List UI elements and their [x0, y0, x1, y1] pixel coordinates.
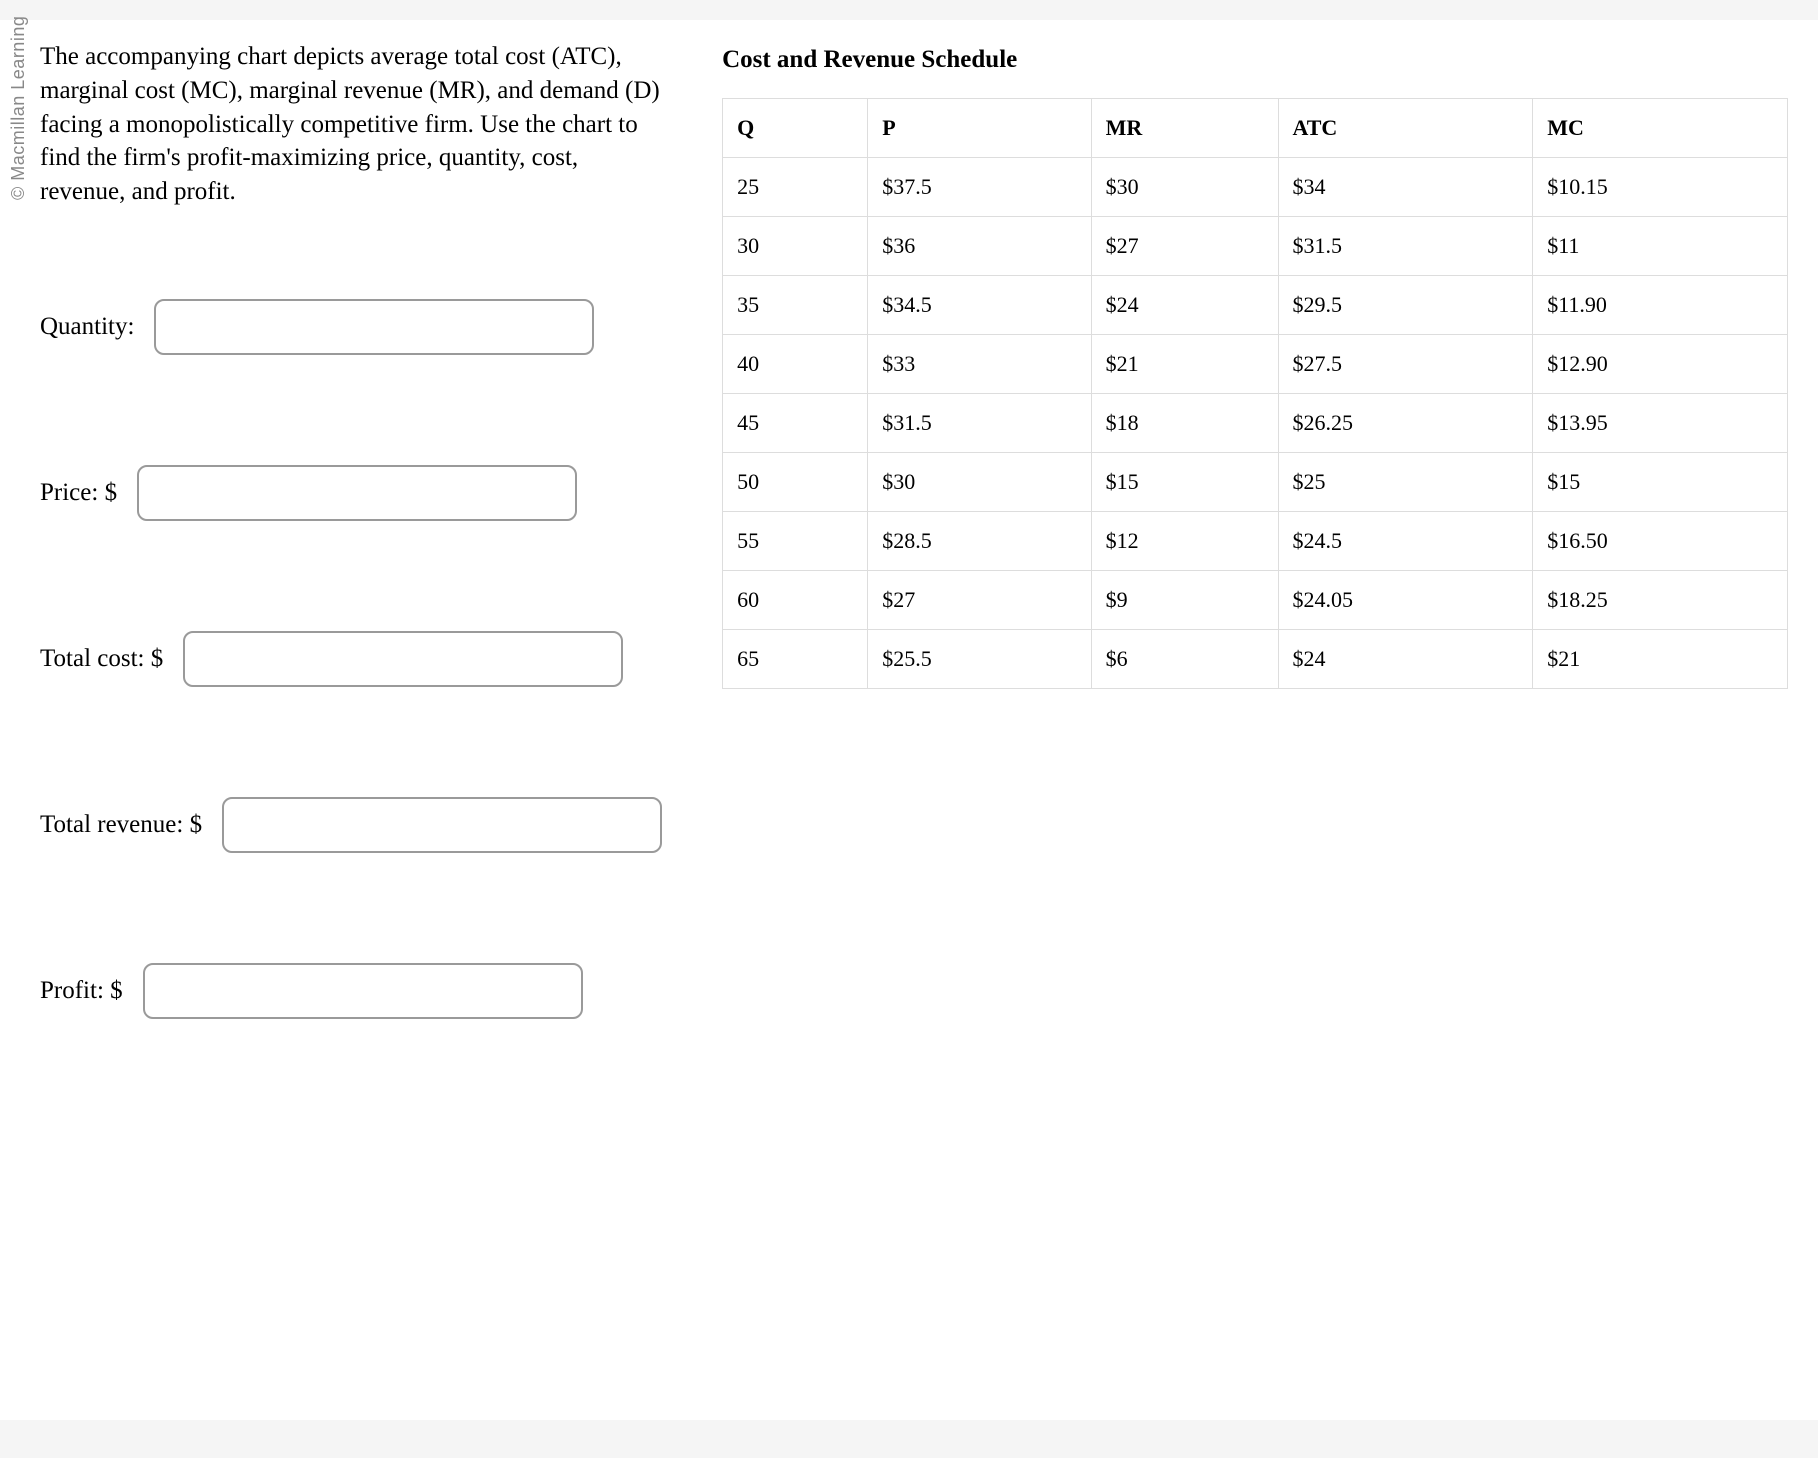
left-column: The accompanying chart depicts average t…	[40, 40, 662, 1019]
table-cell: $18.25	[1533, 571, 1788, 630]
table-cell: $21	[1533, 630, 1788, 689]
table-row: 60$27$9$24.05$18.25	[723, 571, 1788, 630]
table-cell: 30	[723, 217, 868, 276]
total-cost-input[interactable]	[183, 631, 623, 687]
table-cell: $30	[1091, 158, 1278, 217]
total-revenue-row: Total revenue: $	[40, 797, 662, 853]
table-cell: $24	[1278, 630, 1533, 689]
table-cell: $30	[868, 453, 1091, 512]
table-cell: $26.25	[1278, 394, 1533, 453]
table-cell: $34	[1278, 158, 1533, 217]
table-cell: $11.90	[1533, 276, 1788, 335]
table-cell: 25	[723, 158, 868, 217]
total-revenue-input[interactable]	[222, 797, 662, 853]
table-cell: $18	[1091, 394, 1278, 453]
col-header-q: Q	[723, 99, 868, 158]
table-cell: 50	[723, 453, 868, 512]
table-cell: $34.5	[868, 276, 1091, 335]
table-cell: $10.15	[1533, 158, 1788, 217]
profit-row: Profit: $	[40, 963, 662, 1019]
table-cell: $25.5	[868, 630, 1091, 689]
table-cell: $25	[1278, 453, 1533, 512]
table-cell: $16.50	[1533, 512, 1788, 571]
col-header-mr: MR	[1091, 99, 1278, 158]
price-row: Price: $	[40, 465, 662, 521]
table-header-row: Q P MR ATC MC	[723, 99, 1788, 158]
table-cell: $24	[1091, 276, 1278, 335]
table-cell: $36	[868, 217, 1091, 276]
table-cell: 55	[723, 512, 868, 571]
table-cell: 60	[723, 571, 868, 630]
col-header-mc: MC	[1533, 99, 1788, 158]
brand-label: © Macmillan Learning	[8, 16, 29, 200]
quantity-label: Quantity:	[40, 313, 134, 341]
quantity-row: Quantity:	[40, 299, 662, 355]
table-cell: 40	[723, 335, 868, 394]
total-cost-label: Total cost: $	[40, 645, 163, 673]
table-cell: $24.5	[1278, 512, 1533, 571]
table-cell: $31.5	[1278, 217, 1533, 276]
quantity-input[interactable]	[154, 299, 594, 355]
profit-label: Profit: $	[40, 977, 123, 1005]
price-input[interactable]	[137, 465, 577, 521]
table-row: 30$36$27$31.5$11	[723, 217, 1788, 276]
table-cell: $31.5	[868, 394, 1091, 453]
table-row: 50$30$15$25$15	[723, 453, 1788, 512]
table-cell: $27	[1091, 217, 1278, 276]
table-cell: $15	[1533, 453, 1788, 512]
table-cell: $15	[1091, 453, 1278, 512]
table-cell: $37.5	[868, 158, 1091, 217]
table-row: 25$37.5$30$34$10.15	[723, 158, 1788, 217]
table-row: 45$31.5$18$26.25$13.95	[723, 394, 1788, 453]
table-cell: $21	[1091, 335, 1278, 394]
col-header-p: P	[868, 99, 1091, 158]
table-cell: 45	[723, 394, 868, 453]
table-cell: $33	[868, 335, 1091, 394]
content-wrap: The accompanying chart depicts average t…	[40, 40, 1788, 1019]
table-row: 40$33$21$27.5$12.90	[723, 335, 1788, 394]
table-cell: 65	[723, 630, 868, 689]
table-cell: $11	[1533, 217, 1788, 276]
table-cell: $28.5	[868, 512, 1091, 571]
table-row: 65$25.5$6$24$21	[723, 630, 1788, 689]
table-cell: $13.95	[1533, 394, 1788, 453]
table-cell: $12	[1091, 512, 1278, 571]
table-cell: $27.5	[1278, 335, 1533, 394]
table-cell: $24.05	[1278, 571, 1533, 630]
table-cell: 35	[723, 276, 868, 335]
page-container: © Macmillan Learning The accompanying ch…	[0, 20, 1818, 1420]
col-header-atc: ATC	[1278, 99, 1533, 158]
table-row: 35$34.5$24$29.5$11.90	[723, 276, 1788, 335]
question-prompt: The accompanying chart depicts average t…	[40, 40, 662, 209]
table-cell: $27	[868, 571, 1091, 630]
table-cell: $6	[1091, 630, 1278, 689]
cost-revenue-table: Q P MR ATC MC 25$37.5$30$34$10.1530$36$2…	[722, 98, 1788, 689]
table-row: 55$28.5$12$24.5$16.50	[723, 512, 1788, 571]
table-cell: $29.5	[1278, 276, 1533, 335]
total-cost-row: Total cost: $	[40, 631, 662, 687]
total-revenue-label: Total revenue: $	[40, 811, 202, 839]
profit-input[interactable]	[143, 963, 583, 1019]
table-cell: $12.90	[1533, 335, 1788, 394]
table-title: Cost and Revenue Schedule	[722, 46, 1788, 74]
right-column: Cost and Revenue Schedule Q P MR ATC MC …	[722, 40, 1788, 1019]
table-cell: $9	[1091, 571, 1278, 630]
price-label: Price: $	[40, 479, 117, 507]
